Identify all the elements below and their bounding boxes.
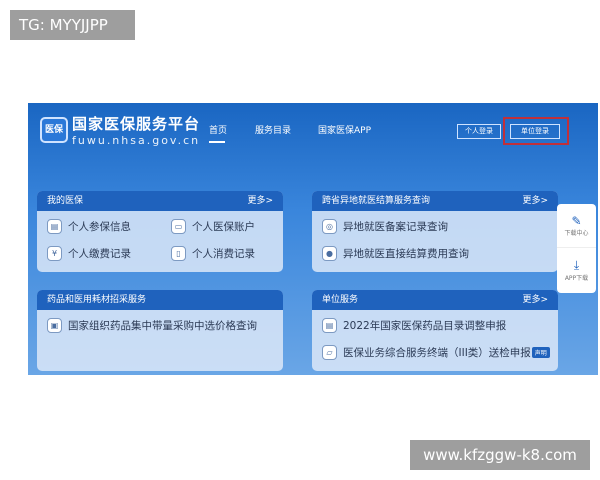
list-item[interactable]: ▤ 2022年国家医保药品目录调整申报: [322, 318, 506, 333]
app-download-button[interactable]: ⤓ APP下载: [557, 248, 596, 292]
medicine-icon: ▣: [47, 318, 62, 333]
card-title: 药品和医用耗材招采服务: [47, 295, 147, 305]
brand[interactable]: 国家医保服务平台 fuwu.nhsa.gov.cn: [72, 113, 200, 147]
record-icon: ◎: [322, 219, 337, 234]
list-item[interactable]: ▱ 医保业务综合服务终端（III类）送检申报 声明: [322, 345, 550, 360]
more-link[interactable]: 更多>: [522, 191, 548, 211]
card-cross-province: 跨省异地就医结算服务查询 更多> ◎ 异地就医备案记录查询 ● 异地就医直接结算费用查…: [312, 191, 558, 272]
wallet-icon: ▭: [171, 219, 186, 234]
item-label: 个人缴费记录: [68, 248, 131, 260]
receipt-icon: ▯: [171, 246, 186, 261]
floating-sidebar: ✎ 下载中心 ⤓ APP下载: [557, 204, 596, 293]
item-label: 异地就医备案记录查询: [343, 221, 448, 233]
item-label: 国家组织药品集中带量采购中选价格查询: [68, 320, 257, 332]
more-link[interactable]: 更多>: [522, 290, 548, 310]
document-icon: ▤: [47, 219, 62, 234]
payment-icon: ¥: [47, 246, 62, 261]
nav-service-catalog[interactable]: 服务目录: [255, 123, 291, 136]
list-item[interactable]: ▭ 个人医保账户: [171, 219, 255, 234]
card-title: 跨省异地就医结算服务查询: [322, 196, 431, 206]
card-title: 我的医保: [47, 196, 84, 206]
site-title: 国家医保服务平台: [72, 115, 201, 133]
list-item[interactable]: ● 异地就医直接结算费用查询: [322, 246, 469, 261]
notice-badge[interactable]: 声明: [531, 347, 550, 358]
item-label: 个人消费记录: [192, 248, 255, 260]
watermark-bottom: www.kfzggw-k8.com: [410, 440, 590, 470]
settlement-icon: ●: [322, 246, 337, 261]
item-label: 异地就医直接结算费用查询: [343, 248, 469, 260]
watermark-top: TG: MYYJJPP: [10, 10, 135, 40]
item-label: 2022年国家医保药品目录调整申报: [343, 320, 507, 332]
nav-home[interactable]: 首页: [209, 123, 227, 143]
download-center-button[interactable]: ✎ 下载中心: [557, 204, 596, 248]
list-item[interactable]: ¥ 个人缴费记录: [47, 246, 131, 261]
site-url: fuwu.nhsa.gov.cn: [72, 134, 201, 147]
file-edit-icon: ✎: [571, 214, 582, 228]
card-title: 单位服务: [322, 295, 359, 305]
card-my-insurance: 我的医保 更多> ▤ 个人参保信息 ▭ 个人医保账户 ¥ 个人缴费记录 ▯ 个人消费记录: [37, 191, 283, 272]
label: 下载中心: [564, 230, 589, 237]
label: APP下载: [564, 275, 589, 282]
list-item[interactable]: ▯ 个人消费记录: [171, 246, 255, 261]
card-drug-procurement: 药品和医用耗材招采服务 ▣ 国家组织药品集中带量采购中选价格查询: [37, 290, 283, 371]
list-item[interactable]: ▤ 个人参保信息: [47, 219, 131, 234]
document-icon: ▤: [322, 318, 337, 333]
download-icon: ⤓: [573, 258, 580, 272]
item-label: 个人参保信息: [68, 221, 131, 233]
screenshot: 医保 国家医保服务平台 fuwu.nhsa.gov.cn 首页 服务目录 国家医…: [28, 103, 598, 375]
personal-login-button[interactable]: 个人登录: [457, 124, 501, 139]
item-label: 个人医保账户: [192, 221, 255, 233]
list-item[interactable]: ◎ 异地就医备案记录查询: [322, 219, 448, 234]
terminal-icon: ▱: [322, 345, 337, 360]
highlight-box: [503, 117, 569, 145]
card-unit-service: 单位服务 更多> ▤ 2022年国家医保药品目录调整申报 ▱ 医保业务综合服务终端（I…: [312, 290, 558, 371]
nav-app[interactable]: 国家医保APP: [318, 123, 371, 136]
logo-icon: 医保: [40, 117, 68, 143]
more-link[interactable]: 更多>: [247, 191, 273, 211]
item-label: 医保业务综合服务终端（III类）送检申报: [343, 347, 531, 359]
list-item[interactable]: ▣ 国家组织药品集中带量采购中选价格查询: [47, 318, 257, 333]
